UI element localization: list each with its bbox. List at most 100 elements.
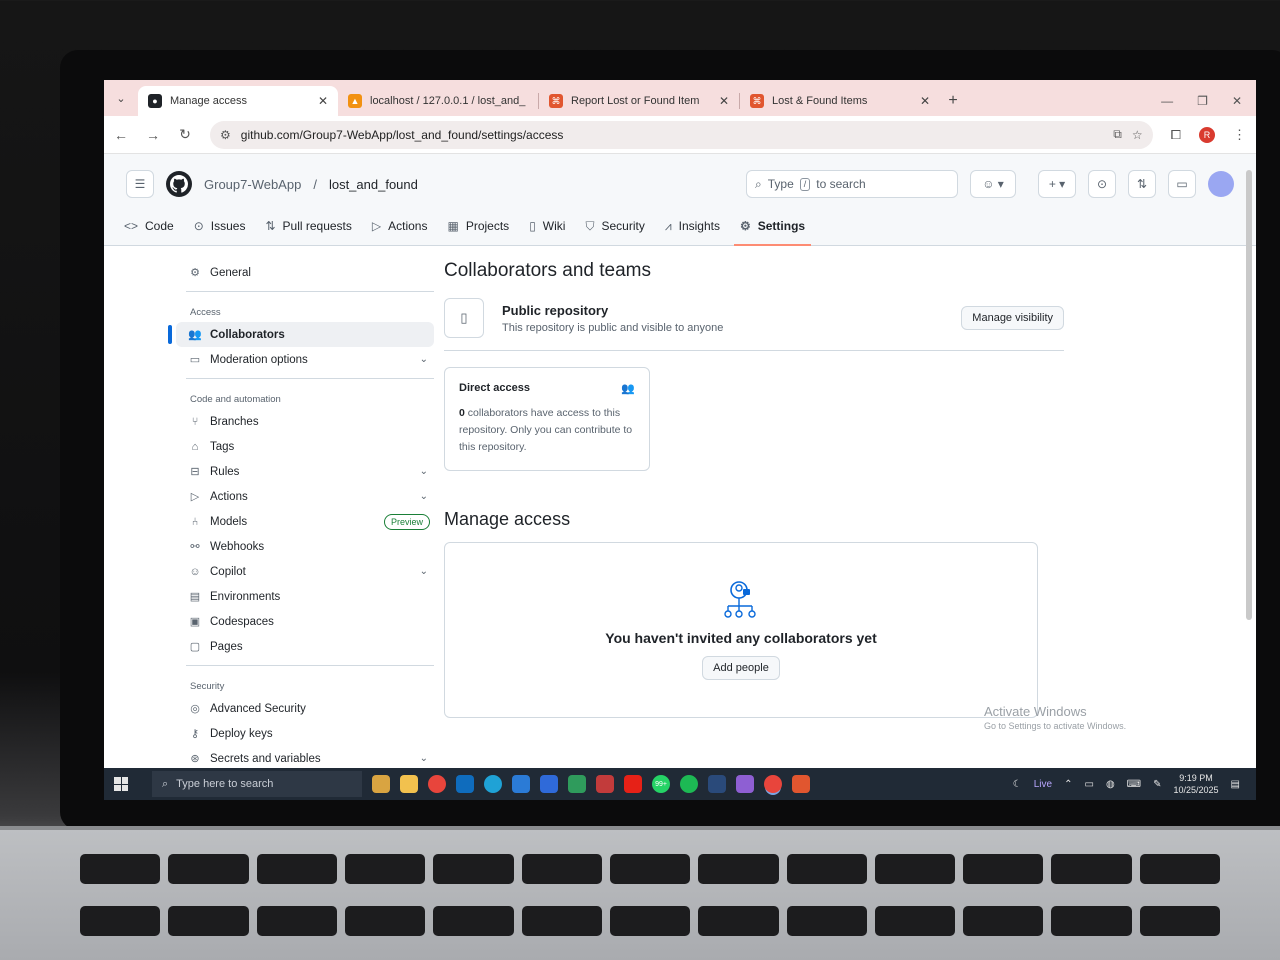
minimize-icon[interactable]: — [1161, 94, 1173, 108]
sidebar-item-pages[interactable]: ▢ Pages [176, 634, 434, 659]
sidebar-item-tags[interactable]: ⌂ Tags [176, 434, 434, 459]
sidebar-item-codespaces[interactable]: ▣ Codespaces [176, 609, 434, 634]
github-logo-icon[interactable] [166, 171, 192, 197]
back-icon[interactable]: ← [114, 127, 128, 143]
live-label[interactable]: Live [1034, 779, 1052, 790]
sidebar-item-collaborators[interactable]: 👥 Collaborators [168, 322, 434, 347]
tab-wiki[interactable]: ▯ Wiki [529, 206, 565, 246]
browser-menu-icon[interactable]: ⋮ [1233, 127, 1246, 143]
tray-chevron-up-icon[interactable]: ⌃ [1064, 779, 1072, 790]
search-icon: ⌕ [162, 777, 169, 790]
browser-tab-lost-found-items[interactable]: ⌘ Lost & Found Items ✕ [740, 86, 940, 116]
manage-visibility-button[interactable]: Manage visibility [961, 306, 1064, 330]
chevron-down-icon[interactable]: ⌄ [420, 354, 428, 365]
close-tab-icon[interactable]: ✕ [920, 94, 930, 108]
store-icon[interactable] [456, 775, 474, 793]
site-info-icon[interactable]: ⚙ [220, 128, 231, 142]
windows-start-icon[interactable] [114, 777, 128, 791]
sidebar-item-rules[interactable]: ⊟ Rules ⌄ [176, 459, 434, 484]
task-view-icon[interactable] [372, 775, 390, 793]
network-icon[interactable]: ◍ [1106, 779, 1115, 790]
clock[interactable]: 9:19 PM 10/25/2025 [1174, 772, 1219, 796]
chevron-down-icon[interactable]: ⌄ [420, 466, 428, 477]
git-branch-icon: ⑂ [191, 415, 199, 428]
excel-icon[interactable] [568, 775, 586, 793]
search-input[interactable]: ⌕ Type / to search [746, 170, 958, 198]
vscode-icon[interactable] [512, 775, 530, 793]
page-scrollbar[interactable] [1246, 170, 1252, 620]
whatsapp-icon[interactable]: 99+ [652, 775, 670, 793]
sidebar-item-webhooks[interactable]: ⚯ Webhooks [176, 534, 434, 559]
install-app-icon[interactable]: ⧉ [1113, 127, 1122, 142]
search-suffix: to search [816, 177, 866, 191]
weather-icon[interactable]: ☾ [1013, 779, 1022, 790]
tab-insights[interactable]: ⩘ Insights [665, 206, 720, 246]
tab-settings[interactable]: ⚙ Settings [733, 206, 812, 246]
tab-issues[interactable]: ⊙ Issues [194, 206, 246, 246]
bookmark-star-icon[interactable]: ☆ [1132, 128, 1143, 142]
extensions-icon[interactable]: ⧠ [1171, 127, 1181, 143]
chevron-down-icon[interactable]: ⌄ [420, 566, 428, 577]
chrome-icon[interactable] [428, 775, 446, 793]
chevron-down-icon[interactable]: ⌄ [420, 753, 428, 764]
sidebar-item-deploy-keys[interactable]: ⚷ Deploy keys [176, 721, 434, 746]
tab-projects[interactable]: ▦ Projects [447, 206, 509, 246]
sidebar-item-models[interactable]: ⑃ Models Preview [176, 509, 434, 534]
pen-icon[interactable]: ✎ [1153, 779, 1161, 790]
create-new-icon[interactable]: + ▾ [1038, 170, 1076, 198]
file-explorer-icon[interactable] [400, 775, 418, 793]
youtube-icon[interactable] [624, 775, 642, 793]
sidebar-item-actions[interactable]: ▷ Actions ⌄ [176, 484, 434, 509]
tab-actions[interactable]: ▷ Actions [372, 206, 428, 246]
sidebar-item-moderation[interactable]: ▭ Moderation options ⌄ [176, 347, 434, 372]
sidebar-item-environments[interactable]: ▤ Environments [176, 584, 434, 609]
key [433, 854, 514, 884]
new-tab-icon[interactable]: + [940, 86, 966, 116]
address-bar[interactable]: ⚙ github.com/Group7-WebApp/lost_and_foun… [210, 120, 1153, 149]
tab-security[interactable]: ⛉ Security [585, 206, 644, 246]
add-people-button[interactable]: Add people [702, 656, 780, 680]
hamburger-menu-icon[interactable]: ☰ [126, 170, 154, 198]
copilot-icon[interactable]: ☺ ▾ [970, 170, 1016, 198]
close-tab-icon[interactable]: ✕ [719, 94, 729, 108]
sidebar-item-label: Deploy keys [210, 727, 273, 740]
tab-search-chevron-icon[interactable]: ⌄ [104, 80, 138, 116]
sidebar-item-advanced-security[interactable]: ◎ Advanced Security [176, 696, 434, 721]
battery-icon[interactable]: ▭ [1084, 779, 1093, 790]
spotify-icon[interactable] [680, 775, 698, 793]
breadcrumb-repo[interactable]: lost_and_found [329, 177, 418, 192]
profile-avatar[interactable]: R [1199, 126, 1215, 143]
keyboard-icon[interactable]: ⌨ [1127, 779, 1141, 790]
snipping-tool-icon[interactable] [708, 775, 726, 793]
forward-icon[interactable]: → [146, 127, 160, 143]
close-tab-icon[interactable]: ✕ [318, 94, 328, 108]
tab-code[interactable]: <> Code [124, 206, 174, 246]
edge-icon[interactable] [484, 775, 502, 793]
copilot-app-icon[interactable] [736, 775, 754, 793]
devtool-icon[interactable] [596, 775, 614, 793]
issues-icon[interactable]: ⊙ [1088, 170, 1116, 198]
breadcrumb-owner[interactable]: Group7-WebApp [204, 177, 301, 192]
sidebar-item-branches[interactable]: ⑂ Branches [176, 409, 434, 434]
restore-icon[interactable]: ❐ [1197, 94, 1208, 108]
notification-icon[interactable]: ▤ [1231, 779, 1240, 790]
pull-requests-icon[interactable]: ⇅ [1128, 170, 1156, 198]
chrome-active-icon[interactable] [764, 775, 782, 793]
browser-tab-manage-access[interactable]: ● Manage access ✕ [138, 86, 338, 116]
taskbar-search-input[interactable]: ⌕ Type here to search [152, 771, 362, 797]
reload-icon[interactable]: ↻ [178, 126, 192, 143]
browser-tab-report-item[interactable]: ⌘ Report Lost or Found Item ✕ [539, 86, 739, 116]
outlook-icon[interactable] [540, 775, 558, 793]
sidebar-item-general[interactable]: ⚙ General [176, 260, 434, 285]
sidebar-item-label: Codespaces [210, 615, 274, 628]
sidebar-item-label: Actions [210, 490, 248, 503]
tab-pull-requests[interactable]: ⇅ Pull requests [265, 206, 351, 246]
inbox-icon[interactable]: ▭ [1168, 170, 1196, 198]
sidebar-item-copilot[interactable]: ☺ Copilot ⌄ [176, 559, 434, 584]
watermark-line1: Activate Windows [984, 704, 1087, 719]
chevron-down-icon[interactable]: ⌄ [420, 491, 428, 502]
xampp-icon[interactable] [792, 775, 810, 793]
close-window-icon[interactable]: ✕ [1232, 94, 1242, 108]
user-avatar[interactable] [1208, 171, 1234, 197]
browser-tab-localhost[interactable]: ▲ localhost / 127.0.0.1 / lost_and_ [338, 86, 538, 116]
